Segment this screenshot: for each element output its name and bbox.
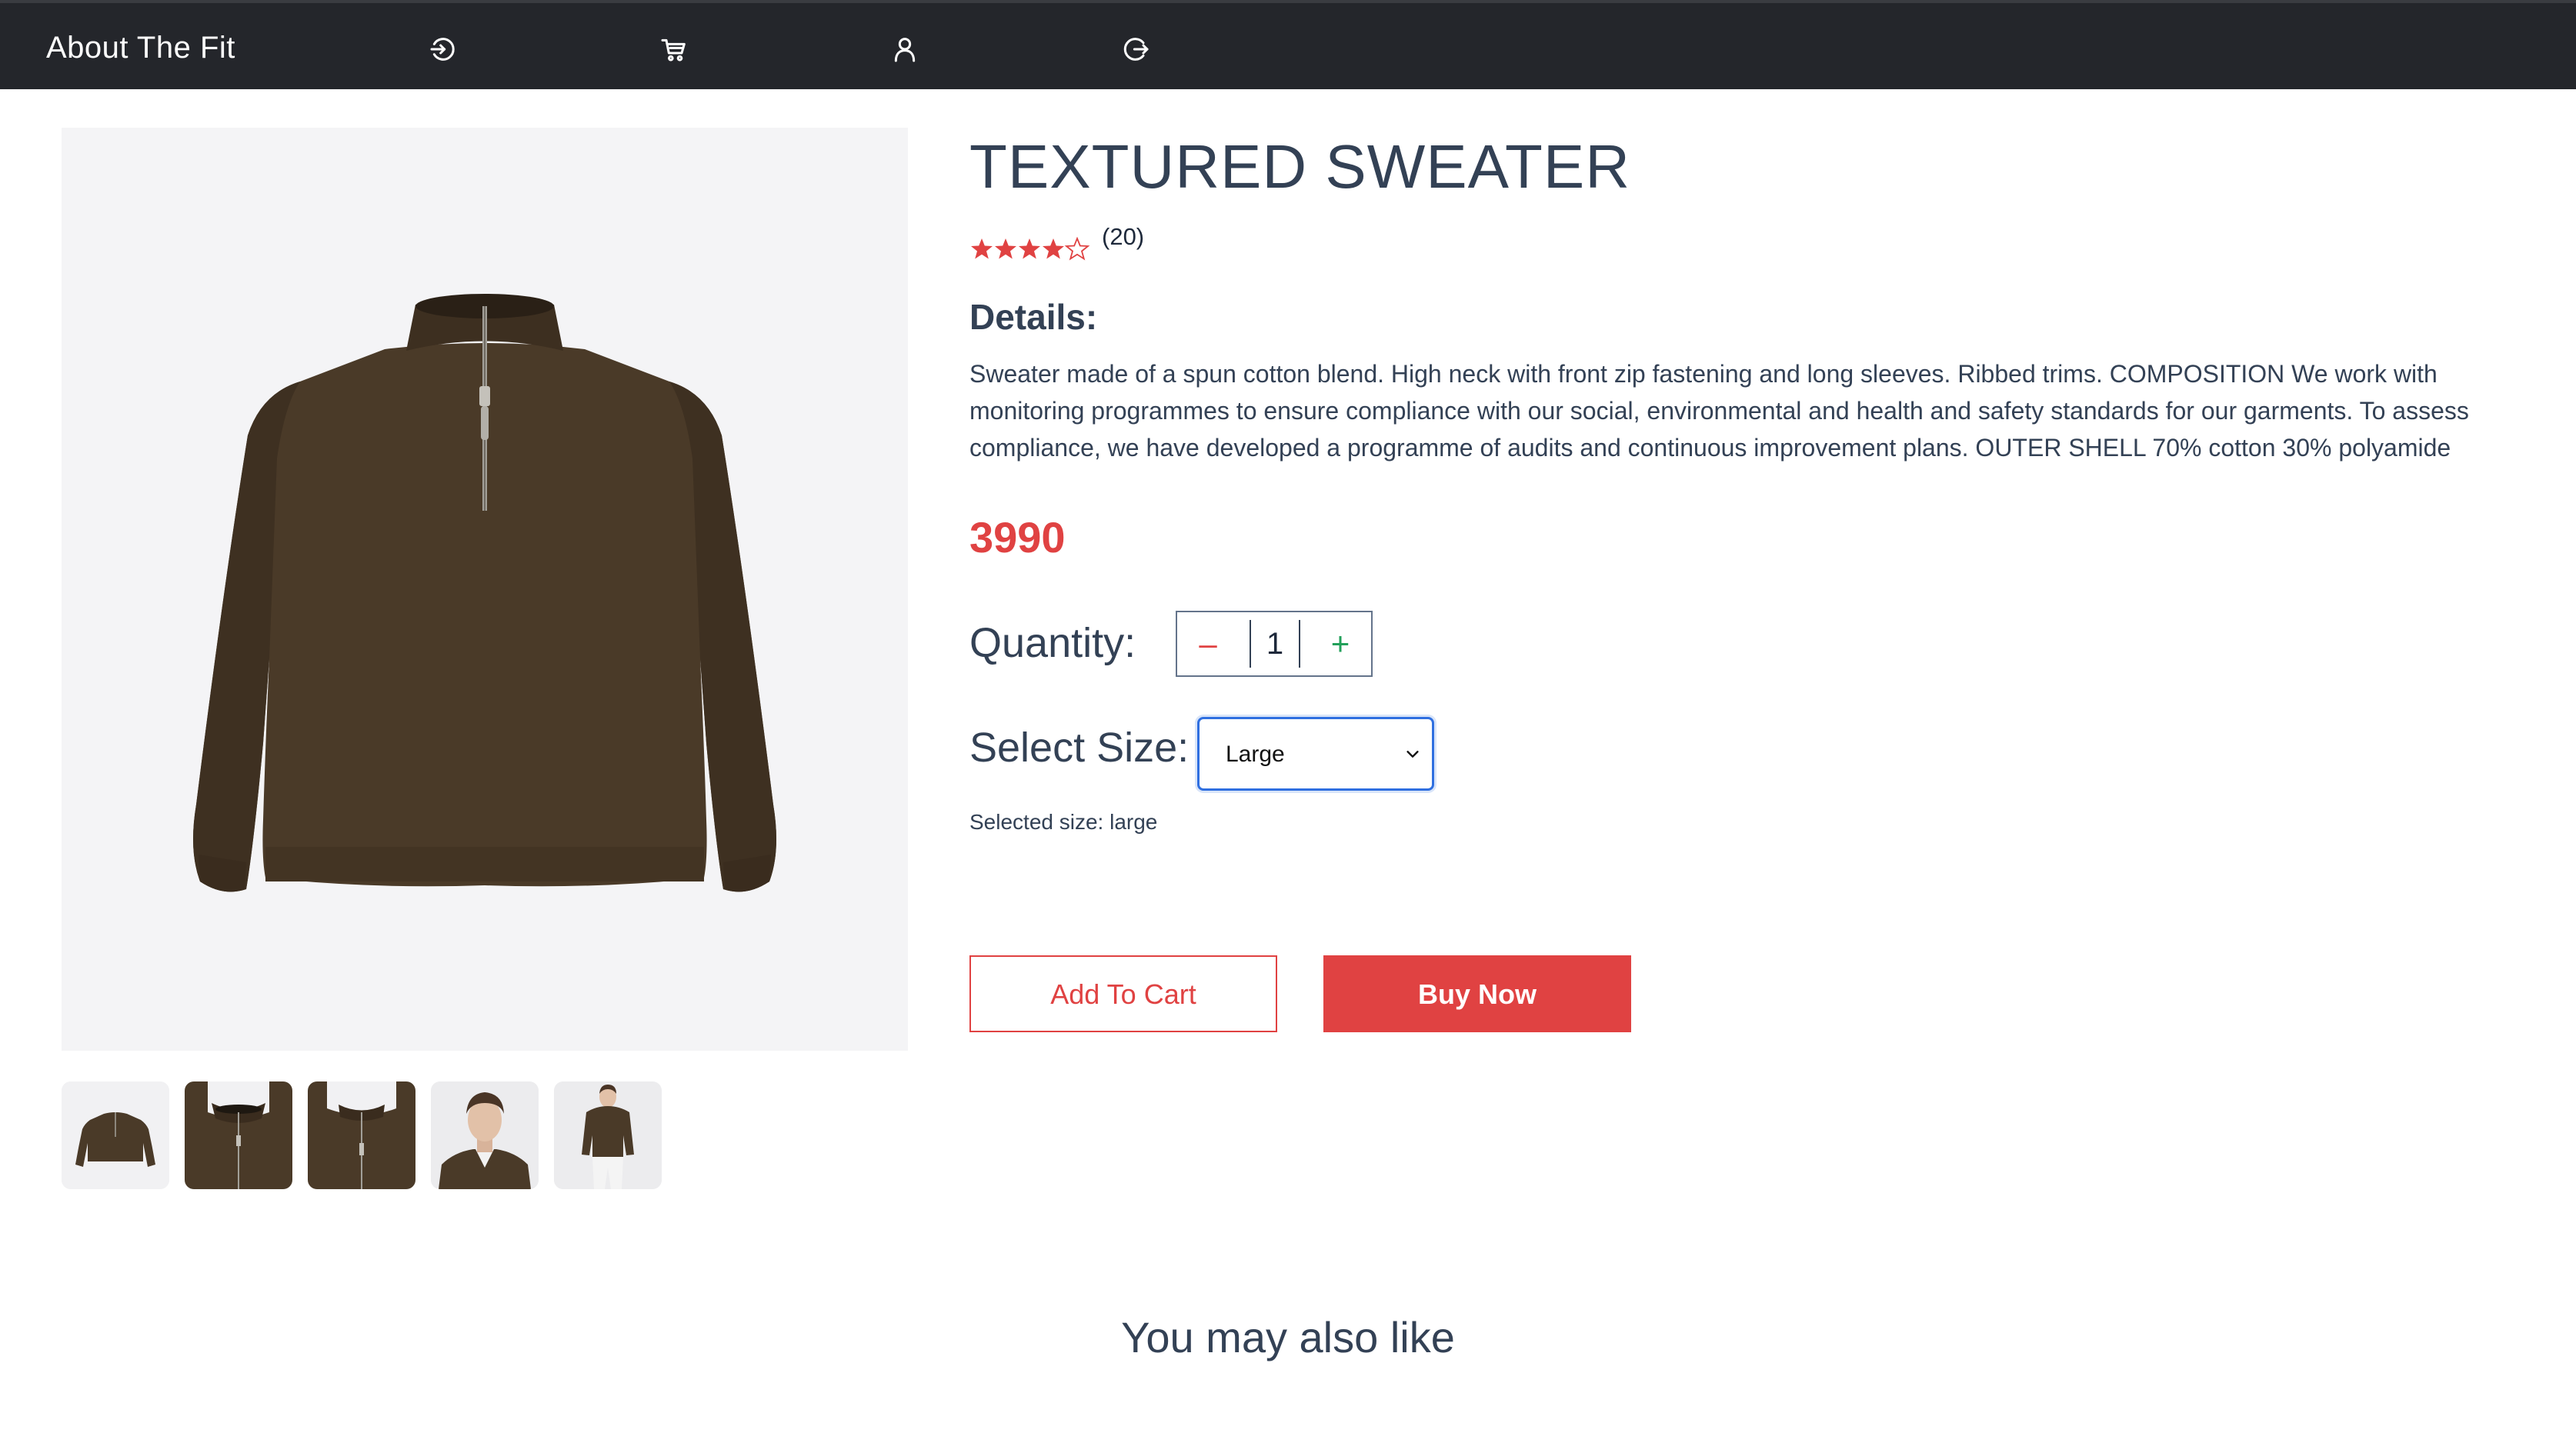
size-label: Select Size: bbox=[969, 725, 1190, 771]
thumbnail-sweater-collar[interactable] bbox=[185, 1081, 292, 1189]
details-heading: Details: bbox=[969, 297, 1098, 337]
quantity-decrease-button[interactable]: – bbox=[1177, 612, 1239, 675]
selected-size-text: Selected size: large bbox=[969, 810, 1158, 834]
product-price: 3990 bbox=[969, 513, 1066, 562]
add-to-cart-button[interactable]: Add To Cart bbox=[969, 955, 1277, 1032]
cart-icon[interactable] bbox=[659, 34, 689, 65]
thumbnail-model-full[interactable] bbox=[554, 1081, 662, 1189]
user-icon[interactable] bbox=[889, 34, 920, 65]
quantity-value: 1 bbox=[1250, 620, 1300, 668]
thumbnail-sweater-flat[interactable] bbox=[62, 1081, 169, 1189]
logout-icon[interactable] bbox=[1120, 34, 1151, 65]
thumbnail-sweater-zip[interactable] bbox=[308, 1081, 415, 1189]
quantity-increase-button[interactable]: + bbox=[1310, 612, 1371, 675]
product-main-image bbox=[62, 128, 908, 1051]
related-products-heading: You may also like bbox=[1121, 1313, 1455, 1361]
brand-logo[interactable]: About The Fit bbox=[46, 29, 235, 66]
login-icon[interactable] bbox=[428, 34, 459, 65]
thumbnail-model-portrait[interactable] bbox=[431, 1081, 539, 1189]
rating-stars-icon bbox=[971, 237, 1090, 261]
product-description: Sweater made of a spun cotton blend. Hig… bbox=[969, 360, 2469, 462]
quantity-stepper: – 1 + bbox=[1176, 611, 1373, 677]
size-select-value: Large bbox=[1226, 741, 1285, 767]
chevron-down-icon bbox=[1406, 751, 1419, 758]
buy-now-button[interactable]: Buy Now bbox=[1323, 955, 1631, 1032]
size-select[interactable]: Large bbox=[1197, 717, 1434, 791]
rating-count: (20) bbox=[1102, 223, 1145, 250]
top-navbar: About The Fit bbox=[0, 0, 2576, 89]
quantity-label: Quantity: bbox=[969, 620, 1136, 666]
product-title: TEXTURED SWEATER bbox=[969, 132, 1631, 201]
